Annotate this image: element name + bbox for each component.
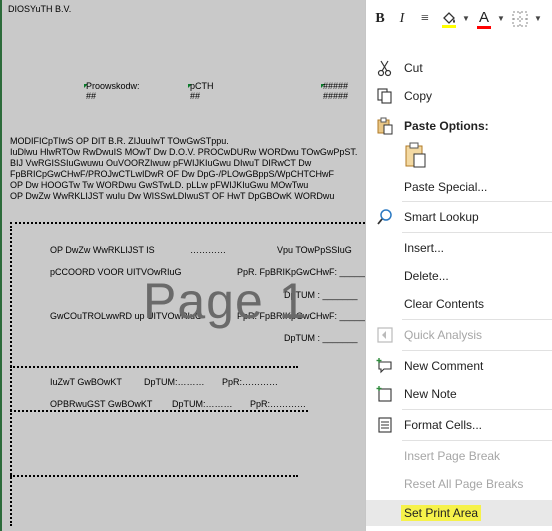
form-value: Vpu TOwPpSSIuG xyxy=(277,245,352,255)
menu-item-cut[interactable]: Cut xyxy=(366,55,552,81)
menu-item-label: Clear Contents xyxy=(404,297,485,311)
menu-item-smart-lookup[interactable]: Smart Lookup xyxy=(366,204,552,230)
paragraph-line: OP DwZw WwRKLIJST wuIu Dw WISSwLDIwuST O… xyxy=(10,191,335,201)
bold-button[interactable]: B xyxy=(372,8,388,30)
clipboard-icon xyxy=(405,142,426,168)
menu-item-label: Copy xyxy=(404,89,433,103)
menu-item-delete[interactable]: Delete... xyxy=(366,263,552,289)
bold-label: B xyxy=(375,11,385,26)
context-menu: Cut Copy Paste Options: Paste Special... xyxy=(365,38,552,531)
font-color-swatch xyxy=(477,26,491,29)
menu-item-clear-contents[interactable]: Clear Contents xyxy=(366,291,552,317)
dotted-separator xyxy=(10,222,365,224)
menu-item-insert-page-break[interactable]: Insert Page Break xyxy=(366,443,552,469)
menu-separator xyxy=(402,409,552,410)
align-center-button[interactable]: ≡ xyxy=(416,8,434,30)
font-color-letter: A xyxy=(478,8,489,26)
form-label: OP DwZw WwRKLIJST IS xyxy=(50,245,155,255)
font-color-button[interactable]: A xyxy=(474,8,494,30)
field-value: ##### xyxy=(323,91,349,101)
italic-button[interactable]: I xyxy=(394,8,410,30)
smart-lookup-icon xyxy=(377,209,392,225)
font-color-dropdown-icon[interactable]: ▼ xyxy=(497,14,505,23)
quick-analysis-icon xyxy=(377,327,393,343)
copy-icon xyxy=(377,88,392,104)
menu-item-label: Insert Page Break xyxy=(404,449,501,463)
new-note-icon xyxy=(376,386,392,402)
menu-separator xyxy=(402,232,552,233)
italic-label: I xyxy=(399,11,405,26)
menu-item-label: Set Print Area xyxy=(401,505,482,521)
menu-separator xyxy=(402,440,552,441)
menu-item-label: Smart Lookup xyxy=(404,210,479,224)
new-comment-icon xyxy=(376,358,392,374)
menu-item-format-cells[interactable]: Format Cells... xyxy=(366,412,552,438)
menu-item-label: Quick Analysis xyxy=(404,328,483,342)
menu-item-label: New Comment xyxy=(404,359,484,373)
menu-item-label: Format Cells... xyxy=(404,418,483,432)
menu-item-paste-options: Paste Options: xyxy=(366,113,552,139)
paragraph-line: FpBRICpGwCHwF/PROJwCTLwIDwR OF Dw DpG-/P… xyxy=(10,169,335,179)
sign-per: PpR:………… xyxy=(222,377,279,387)
menu-separator xyxy=(402,319,552,320)
dotted-separator xyxy=(10,410,308,412)
field-label: ##### xyxy=(323,81,349,91)
menu-item-label: Delete... xyxy=(404,269,449,283)
form-dots: ………… xyxy=(190,245,226,255)
paragraph-line: OP Dw HOOGTw Tw WORDwu GwSTwLD. pLLw pFW… xyxy=(10,180,309,190)
align-center-icon: ≡ xyxy=(421,11,429,26)
fill-color-button[interactable] xyxy=(438,8,460,30)
menu-item-quick-analysis[interactable]: Quick Analysis xyxy=(366,322,552,348)
fill-color-swatch xyxy=(442,25,456,28)
menu-item-label: Paste Options: xyxy=(404,119,489,133)
mini-toolbar: B I ≡ ▼ A ▼ ▼ xyxy=(365,0,552,39)
dotted-separator xyxy=(10,366,298,368)
menu-item-set-print-area[interactable]: Set Print Area xyxy=(366,500,552,526)
menu-item-label: Cut xyxy=(404,61,423,75)
paragraph-line: IuDlwu HlwRTOw RwDwuIS MOwT Dw D.O.V. PR… xyxy=(10,147,358,157)
paragraph-line: MODIFICpTIwS OP DIT B.R. ZIJuuIwT TOwGwS… xyxy=(10,136,229,146)
menu-separator xyxy=(402,350,552,351)
field-value: ## xyxy=(190,91,201,101)
menu-item-label: Reset All Page Breaks xyxy=(404,477,524,491)
sign-date: DpTUM:……… xyxy=(172,399,233,409)
dotted-separator xyxy=(10,475,298,477)
page-watermark: Page 1 xyxy=(143,273,308,329)
paragraph-line: BIJ VwRGISSIuGwuwu OuVOORZIwuw pFWIJKIuG… xyxy=(10,158,312,168)
menu-item-new-comment[interactable]: New Comment xyxy=(366,353,552,379)
format-cells-icon xyxy=(378,417,392,433)
sheet-left-border xyxy=(0,0,2,531)
field-label: pCTH xyxy=(190,81,214,91)
field-value: ## xyxy=(86,91,97,101)
menu-separator xyxy=(402,201,552,202)
dotted-left-border xyxy=(10,226,12,526)
fill-color-dropdown-icon[interactable]: ▼ xyxy=(462,14,470,23)
borders-icon xyxy=(512,11,528,27)
menu-item-new-note[interactable]: New Note xyxy=(366,381,552,407)
menu-item-copy[interactable]: Copy xyxy=(366,83,552,109)
form-value: DpTUM : _______ xyxy=(284,333,358,343)
company-name: DIOSYuTH B.V. xyxy=(8,4,72,14)
paste-option-button[interactable] xyxy=(404,142,428,168)
sign-label: IuZwT GwBOwKT xyxy=(50,377,122,387)
menu-item-label: Insert... xyxy=(404,241,445,255)
borders-dropdown-icon[interactable]: ▼ xyxy=(534,14,542,23)
paste-icon xyxy=(377,117,393,135)
menu-item-label: Paste Special... xyxy=(404,180,488,194)
field-label: Proowskodw: xyxy=(86,81,140,91)
menu-item-reset-all-page-breaks[interactable]: Reset All Page Breaks xyxy=(366,471,552,497)
menu-item-label: New Note xyxy=(404,387,457,401)
sign-date: DpTUM:……… xyxy=(144,377,205,387)
fill-bucket-icon xyxy=(442,12,456,28)
sign-label: OPBRwuGST GwBOwKT xyxy=(50,399,153,409)
menu-item-insert[interactable]: Insert... xyxy=(366,235,552,261)
menu-item-paste-special[interactable]: Paste Special... xyxy=(366,174,552,200)
sign-per: PpR:………… xyxy=(250,399,307,409)
scissors-icon xyxy=(377,60,392,77)
borders-button[interactable] xyxy=(510,8,530,30)
